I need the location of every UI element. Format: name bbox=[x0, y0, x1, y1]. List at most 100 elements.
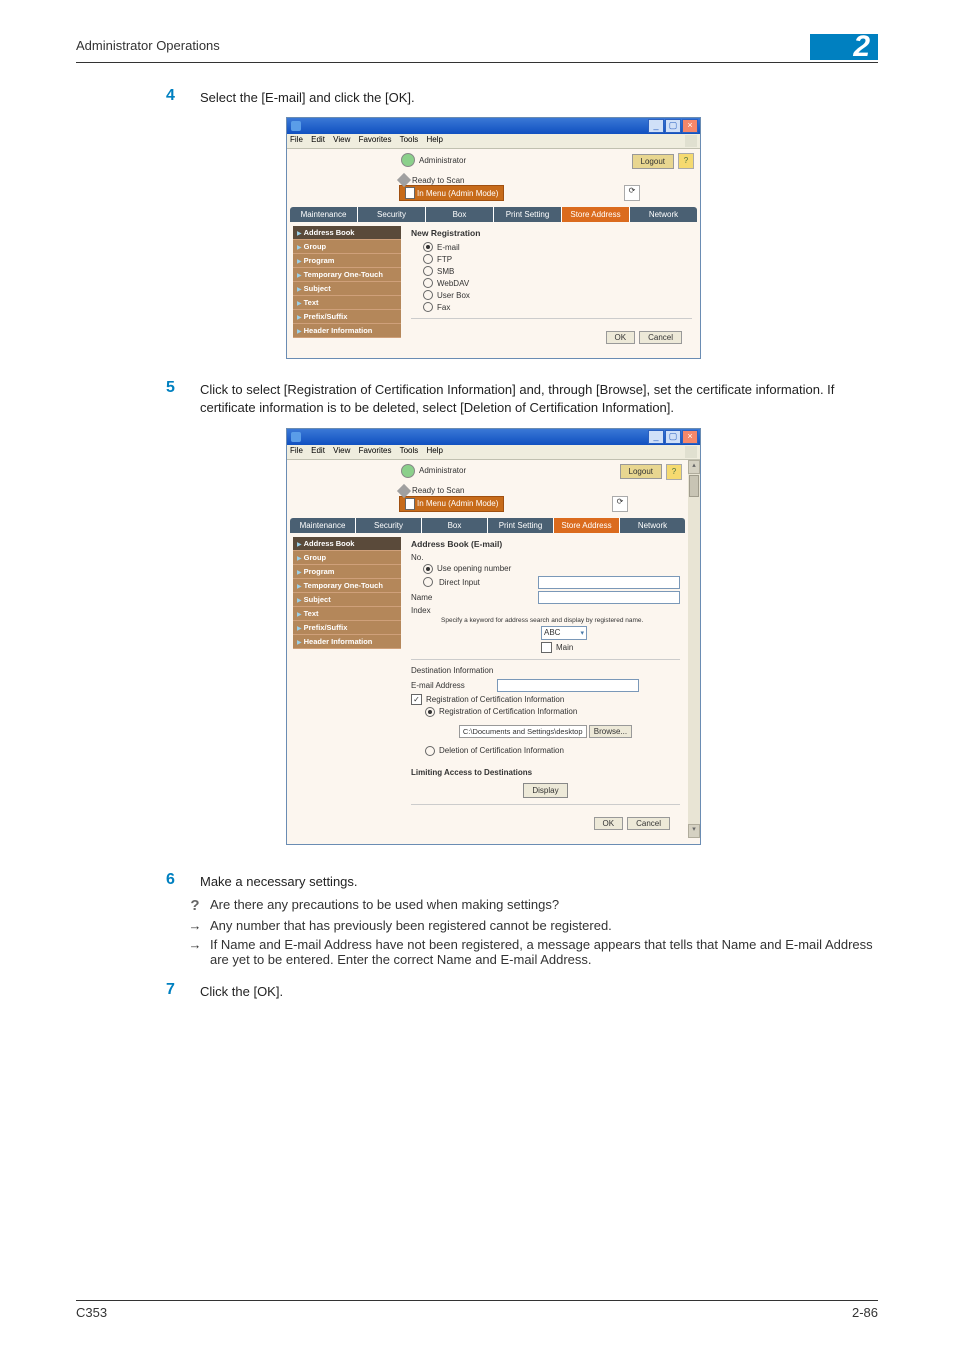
question-text: Are there any precautions to be used whe… bbox=[210, 897, 559, 914]
tabs: Maintenance Security Box Print Setting S… bbox=[290, 518, 685, 533]
sidebar-item-group[interactable]: Group bbox=[293, 551, 401, 565]
tab-print-setting[interactable]: Print Setting bbox=[494, 207, 562, 222]
index-select[interactable]: ABC▾ bbox=[541, 626, 587, 640]
email-label: E-mail Address bbox=[411, 681, 491, 690]
refresh-icon[interactable]: ⟳ bbox=[612, 496, 628, 512]
menu-help[interactable]: Help bbox=[427, 135, 443, 144]
titlebar: _ ▢ × bbox=[287, 118, 700, 134]
main-checkbox[interactable] bbox=[541, 642, 552, 653]
step-text: Make a necessary settings. bbox=[200, 871, 358, 891]
menu-help[interactable]: Help bbox=[427, 446, 443, 455]
opt-label: SMB bbox=[437, 267, 454, 276]
cancel-button[interactable]: Cancel bbox=[639, 331, 682, 344]
radio-use-opening[interactable] bbox=[423, 564, 433, 574]
menu-edit[interactable]: Edit bbox=[311, 446, 325, 455]
ie-icon bbox=[291, 432, 301, 442]
close-icon[interactable]: × bbox=[682, 119, 698, 133]
menu-favorites[interactable]: Favorites bbox=[359, 446, 392, 455]
cancel-button[interactable]: Cancel bbox=[627, 817, 670, 830]
tab-store-address[interactable]: Store Address bbox=[562, 207, 630, 222]
logout-button[interactable]: Logout bbox=[620, 464, 662, 479]
radio-smb[interactable] bbox=[423, 266, 433, 276]
radio-direct-input[interactable] bbox=[423, 577, 433, 587]
maximize-icon[interactable]: ▢ bbox=[665, 430, 681, 444]
menu-file[interactable]: File bbox=[290, 446, 303, 455]
sidebar-item-program[interactable]: Program bbox=[293, 254, 401, 268]
help-icon[interactable]: ? bbox=[678, 153, 694, 169]
name-input[interactable] bbox=[538, 591, 680, 604]
menu-edit[interactable]: Edit bbox=[311, 135, 325, 144]
radio-ftp[interactable] bbox=[423, 254, 433, 264]
number-input[interactable] bbox=[538, 576, 680, 589]
sidebar-item-prefix[interactable]: Prefix/Suffix bbox=[293, 621, 401, 635]
name-label: Name bbox=[411, 593, 467, 602]
main-label: Main bbox=[556, 643, 573, 652]
sidebar-item-group[interactable]: Group bbox=[293, 240, 401, 254]
tab-box[interactable]: Box bbox=[426, 207, 494, 222]
scroll-up-icon[interactable]: ▴ bbox=[688, 460, 700, 474]
tab-print-setting[interactable]: Print Setting bbox=[488, 518, 554, 533]
maximize-icon[interactable]: ▢ bbox=[665, 119, 681, 133]
menu-file[interactable]: File bbox=[290, 135, 303, 144]
close-icon[interactable]: × bbox=[682, 430, 698, 444]
help-icon[interactable]: ? bbox=[666, 464, 682, 480]
tab-box[interactable]: Box bbox=[422, 518, 488, 533]
opt-label: Use opening number bbox=[437, 564, 511, 573]
tab-security[interactable]: Security bbox=[358, 207, 426, 222]
tab-maintenance[interactable]: Maintenance bbox=[290, 518, 356, 533]
reg-cert-radio[interactable] bbox=[425, 707, 435, 717]
del-cert-radio[interactable] bbox=[425, 746, 435, 756]
sidebar-item-address-book[interactable]: Address Book bbox=[293, 226, 401, 240]
sidebar-item-address-book[interactable]: Address Book bbox=[293, 537, 401, 551]
sidebar-item-prefix[interactable]: Prefix/Suffix bbox=[293, 310, 401, 324]
menu-favorites[interactable]: Favorites bbox=[359, 135, 392, 144]
display-button[interactable]: Display bbox=[523, 783, 567, 798]
tab-store-address[interactable]: Store Address bbox=[554, 518, 620, 533]
admin-mode-badge: In Menu (Admin Mode) bbox=[399, 496, 504, 512]
main-panel: Address Book (E-mail) No. Use opening nu… bbox=[401, 537, 682, 838]
path-input[interactable]: C:\Documents and Settings\desktop bbox=[459, 725, 587, 738]
scroll-thumb[interactable] bbox=[689, 475, 699, 497]
email-input[interactable] bbox=[497, 679, 639, 692]
sidebar-item-temporary[interactable]: Temporary One-Touch bbox=[293, 268, 401, 282]
reg-cert-checkbox[interactable] bbox=[411, 694, 422, 705]
sidebar-item-text[interactable]: Text bbox=[293, 607, 401, 621]
opt-label: FTP bbox=[437, 255, 452, 264]
radio-email[interactable] bbox=[423, 242, 433, 252]
refresh-icon[interactable]: ⟳ bbox=[624, 185, 640, 201]
tab-maintenance[interactable]: Maintenance bbox=[290, 207, 358, 222]
radio-webdav[interactable] bbox=[423, 278, 433, 288]
menu-tools[interactable]: Tools bbox=[400, 135, 419, 144]
scrollbar[interactable]: ▴ ▾ bbox=[688, 460, 700, 838]
sidebar-item-temporary[interactable]: Temporary One-Touch bbox=[293, 579, 401, 593]
minimize-icon[interactable]: _ bbox=[648, 119, 664, 133]
sidebar-item-header[interactable]: Header Information bbox=[293, 635, 401, 649]
ok-button[interactable]: OK bbox=[606, 331, 636, 344]
tab-network[interactable]: Network bbox=[620, 518, 685, 533]
sidebar-item-subject[interactable]: Subject bbox=[293, 282, 401, 296]
index-hint: Specify a keyword for address search and… bbox=[441, 617, 680, 624]
admin-mode-badge: In Menu (Admin Mode) bbox=[399, 185, 504, 201]
sidebar-item-header[interactable]: Header Information bbox=[293, 324, 401, 338]
scroll-down-icon[interactable]: ▾ bbox=[688, 824, 700, 838]
step-text: Select the [E-mail] and click the [OK]. bbox=[200, 87, 415, 107]
minimize-icon[interactable]: _ bbox=[648, 430, 664, 444]
logout-button[interactable]: Logout bbox=[632, 154, 674, 169]
radio-userbox[interactable] bbox=[423, 290, 433, 300]
titlebar: _ ▢ × bbox=[287, 429, 700, 445]
step-number: 5 bbox=[166, 379, 200, 417]
tab-security[interactable]: Security bbox=[356, 518, 422, 533]
sidebar: Address Book Group Program Temporary One… bbox=[293, 537, 401, 838]
radio-fax[interactable] bbox=[423, 302, 433, 312]
menubar: File Edit View Favorites Tools Help bbox=[287, 134, 700, 149]
sidebar-item-program[interactable]: Program bbox=[293, 565, 401, 579]
sidebar-item-text[interactable]: Text bbox=[293, 296, 401, 310]
tab-network[interactable]: Network bbox=[630, 207, 697, 222]
browse-button[interactable]: Browse... bbox=[589, 725, 632, 738]
menu-view[interactable]: View bbox=[333, 135, 350, 144]
menu-tools[interactable]: Tools bbox=[400, 446, 419, 455]
sidebar-item-subject[interactable]: Subject bbox=[293, 593, 401, 607]
menu-view[interactable]: View bbox=[333, 446, 350, 455]
ok-button[interactable]: OK bbox=[594, 817, 624, 830]
doc-icon bbox=[405, 187, 415, 199]
